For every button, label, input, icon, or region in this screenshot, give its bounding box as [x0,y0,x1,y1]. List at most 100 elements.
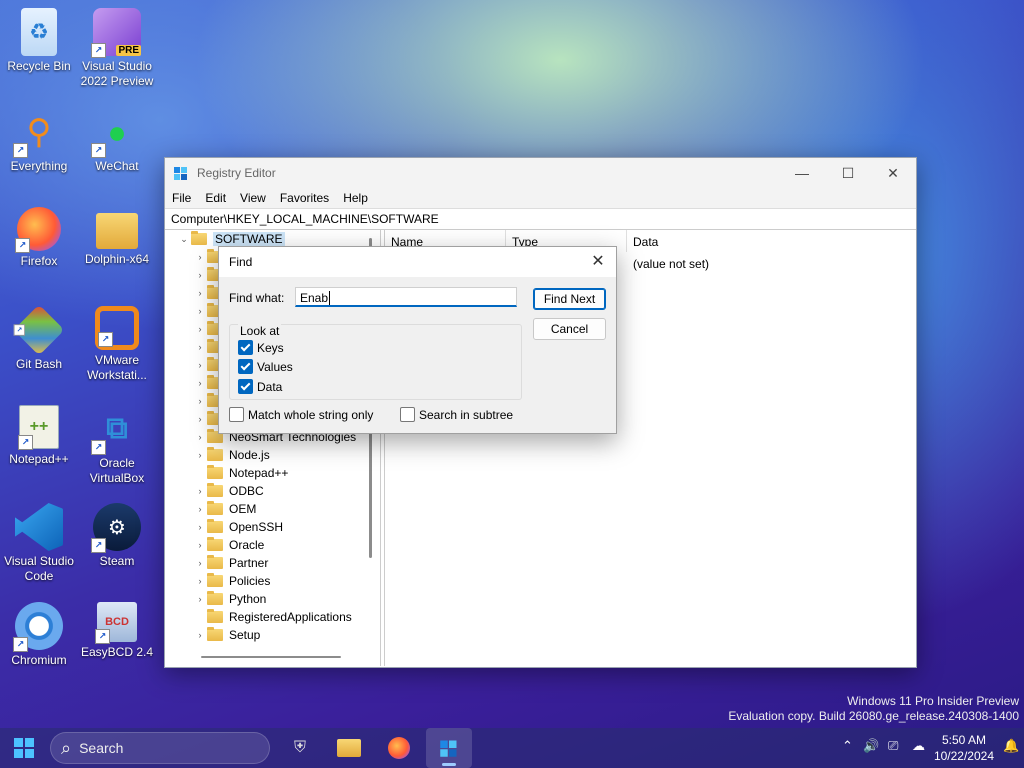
chevron-right-icon[interactable]: › [193,342,207,352]
taskbar-search[interactable]: ⌕ Search [50,732,270,764]
value-data-cell[interactable]: (value not set) [633,257,709,271]
wechat-icon: ● ↗ [91,108,141,158]
title-bar[interactable]: Registry Editor — ☐ ✕ [165,158,916,188]
find-what-label: Find what: [229,291,285,305]
chevron-right-icon[interactable]: › [193,450,207,460]
keys-checkbox[interactable]: Keys [238,340,284,355]
cloud-offline-icon[interactable]: ☁ [912,738,925,754]
values-label: Values [257,359,293,374]
menu-favorites[interactable]: Favorites [273,191,336,205]
folder-icon [207,609,223,623]
tree-item[interactable]: › Setup [165,626,380,644]
data-checkbox[interactable]: Data [238,379,282,394]
chevron-right-icon[interactable]: › [193,522,207,532]
desktop-icon-wechat[interactable]: ● ↗ WeChat [79,108,155,174]
notification-icon[interactable]: 🔔 [1003,738,1019,754]
file-explorer-icon[interactable] [335,734,363,762]
tree-item[interactable]: › OEM [165,500,380,518]
tree-item[interactable]: › Policies [165,572,380,590]
registry-editor-taskbar-button[interactable] [426,728,472,768]
tree-item[interactable]: › Partner [165,554,380,572]
maximize-button[interactable]: ☐ [825,158,871,188]
virtualbox-icon: ⧉ ↗ [91,405,141,455]
desktop-icon-vscode[interactable]: Visual Studio Code [1,503,77,584]
folder-icon [207,573,223,587]
chevron-right-icon[interactable]: › [193,252,207,262]
start-button[interactable] [10,734,38,762]
nhl-icon[interactable]: ⛨ [286,734,314,762]
desktop-icon-visual-studio-preview[interactable]: PRE ↗ Visual Studio 2022 Preview [79,8,155,89]
desktop-icon-chromium[interactable]: ↗ Chromium [1,602,77,668]
desktop-icon-easybcd[interactable]: BCD ↗ EasyBCD 2.4 [79,602,155,660]
chevron-right-icon[interactable]: › [193,504,207,514]
chevron-right-icon[interactable]: › [193,306,207,316]
chevron-right-icon[interactable]: › [193,630,207,640]
tree-item[interactable]: › OpenSSH [165,518,380,536]
registry-editor-icon [440,740,457,757]
close-button[interactable]: ✕ [870,158,916,188]
menu-edit[interactable]: Edit [198,191,233,205]
chevron-right-icon[interactable]: › [193,396,207,406]
desktop-icon-firefox[interactable]: ↗ Firefox [1,207,77,269]
network-icon[interactable]: ⎚ [888,738,898,754]
folder-icon [207,555,223,569]
column-data[interactable]: Data [627,230,833,252]
shortcut-arrow-icon: ↗ [91,538,106,553]
minimize-button[interactable]: — [779,158,825,188]
address-bar[interactable]: Computer\HKEY_LOCAL_MACHINE\SOFTWARE [165,208,916,230]
chevron-down-icon[interactable]: ⌄ [177,234,191,245]
search-in-subtree-checkbox[interactable]: Search in subtree [400,407,513,422]
tree-item[interactable]: Notepad++ [165,464,380,482]
tree-item[interactable]: › ODBC [165,482,380,500]
tree-item[interactable]: › Python [165,590,380,608]
tree-item[interactable]: › Oracle [165,536,380,554]
chevron-right-icon[interactable]: › [193,360,207,370]
desktop-icon-notepadpp[interactable]: ++ ↗ Notepad++ [1,405,77,467]
firefox-taskbar-icon[interactable] [385,734,413,762]
speaker-icon[interactable]: 🔊 [863,738,879,754]
values-checkbox[interactable]: Values [238,359,293,374]
desktop-icon-dolphin[interactable]: Dolphin-x64 [79,207,155,267]
chevron-right-icon[interactable]: › [193,432,207,442]
tree-item[interactable]: RegisteredApplications [165,608,380,626]
windows-watermark: Windows 11 Pro Insider Preview Evaluatio… [728,694,1019,724]
desktop-icon-git-bash[interactable]: ↗ Git Bash [1,304,77,372]
chevron-right-icon[interactable]: › [193,486,207,496]
folder-icon [207,447,223,461]
find-what-input[interactable]: Enab [295,287,517,307]
find-next-button[interactable]: Find Next [533,288,606,310]
folder-icon [207,501,223,515]
desktop-icon-label: Recycle Bin [7,59,71,73]
chevron-right-icon[interactable]: › [193,288,207,298]
clock[interactable]: 5:50 AM 10/22/2024 [934,732,994,764]
chevron-right-icon[interactable]: › [193,270,207,280]
desktop-icon-recycle-bin[interactable]: ♻ Recycle Bin [1,8,77,74]
find-dialog-titlebar[interactable]: Find ✕ [219,247,616,277]
chevron-up-icon[interactable]: ⌃ [842,738,853,754]
chevron-right-icon[interactable]: › [193,324,207,334]
cancel-button[interactable]: Cancel [533,318,606,340]
desktop-icon-steam[interactable]: ⚙ ↗ Steam [79,503,155,569]
checkbox-unchecked-icon [400,407,415,422]
firefox-icon: ↗ [15,207,61,253]
desktop-icon-label: Notepad++ [9,452,69,466]
chevron-right-icon[interactable]: › [193,576,207,586]
chevron-right-icon[interactable]: › [193,540,207,550]
close-icon[interactable]: ✕ [588,252,608,272]
tree-item[interactable]: › Node.js [165,446,380,464]
desktop-icon-virtualbox[interactable]: ⧉ ↗ Oracle VirtualBox [79,405,155,486]
chevron-right-icon[interactable]: › [193,378,207,388]
chevron-right-icon[interactable]: › [193,558,207,568]
desktop-icon-everything[interactable]: ⚲ ↗ Everything [1,108,77,174]
menu-help[interactable]: Help [336,191,375,205]
chevron-right-icon[interactable]: › [193,594,207,604]
search-subtree-label: Search in subtree [419,407,514,422]
menu-file[interactable]: File [165,191,198,205]
desktop-icon-vmware[interactable]: ↗ VMware Workstati... [79,306,155,383]
match-whole-string-checkbox[interactable]: Match whole string only [229,407,373,422]
menu-view[interactable]: View [233,191,273,205]
chevron-right-icon[interactable]: › [193,414,207,424]
tree-item-label: Notepad++ [229,466,289,480]
tree-horizontal-scrollbar[interactable] [201,656,341,658]
tree-item-label: SOFTWARE [213,232,285,246]
